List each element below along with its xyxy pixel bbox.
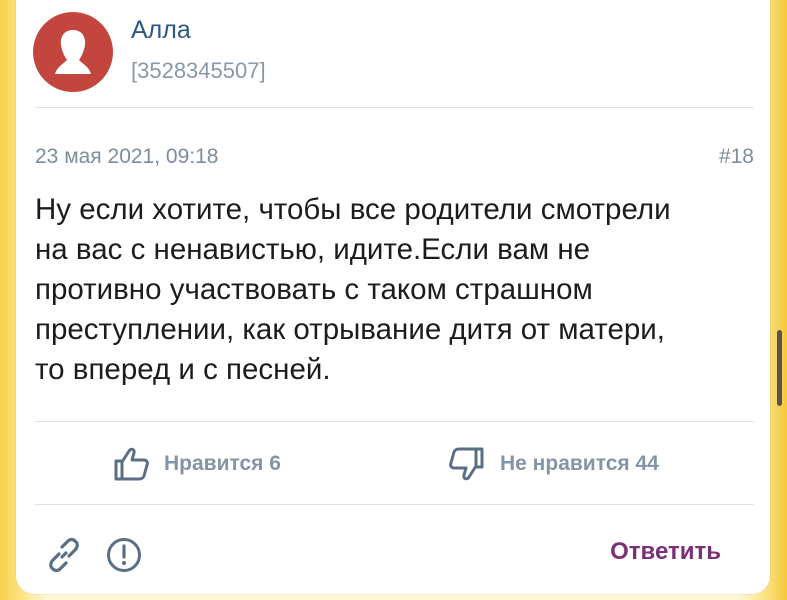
copy-link-button[interactable] <box>45 536 83 579</box>
avatar[interactable] <box>33 12 113 92</box>
thumbs-down-icon <box>449 447 484 481</box>
divider <box>35 504 754 505</box>
comment-text: Ну если хотите, чтобы все родители смотр… <box>35 193 671 386</box>
report-button[interactable] <box>105 536 143 579</box>
scrollbar[interactable] <box>777 330 782 406</box>
like-button[interactable]: Нравится 6 <box>112 442 281 486</box>
comment-number: #18 <box>718 145 754 168</box>
user-silhouette-icon <box>55 30 91 74</box>
divider <box>35 421 754 422</box>
report-icon <box>107 538 141 572</box>
author-id: [3528345507] <box>131 58 266 83</box>
divider <box>35 107 754 108</box>
reply-button[interactable]: Ответить <box>610 538 721 566</box>
dislike-button[interactable]: Не нравится 44 <box>448 442 659 486</box>
like-label: Нравится 6 <box>164 452 281 475</box>
comment-date: 23 мая 2021, 09:18 <box>35 145 219 168</box>
link-icon <box>49 537 79 573</box>
dislike-label: Не нравится 44 <box>500 452 659 475</box>
author-name[interactable]: Алла <box>131 16 191 45</box>
thumbs-up-icon <box>114 447 149 481</box>
